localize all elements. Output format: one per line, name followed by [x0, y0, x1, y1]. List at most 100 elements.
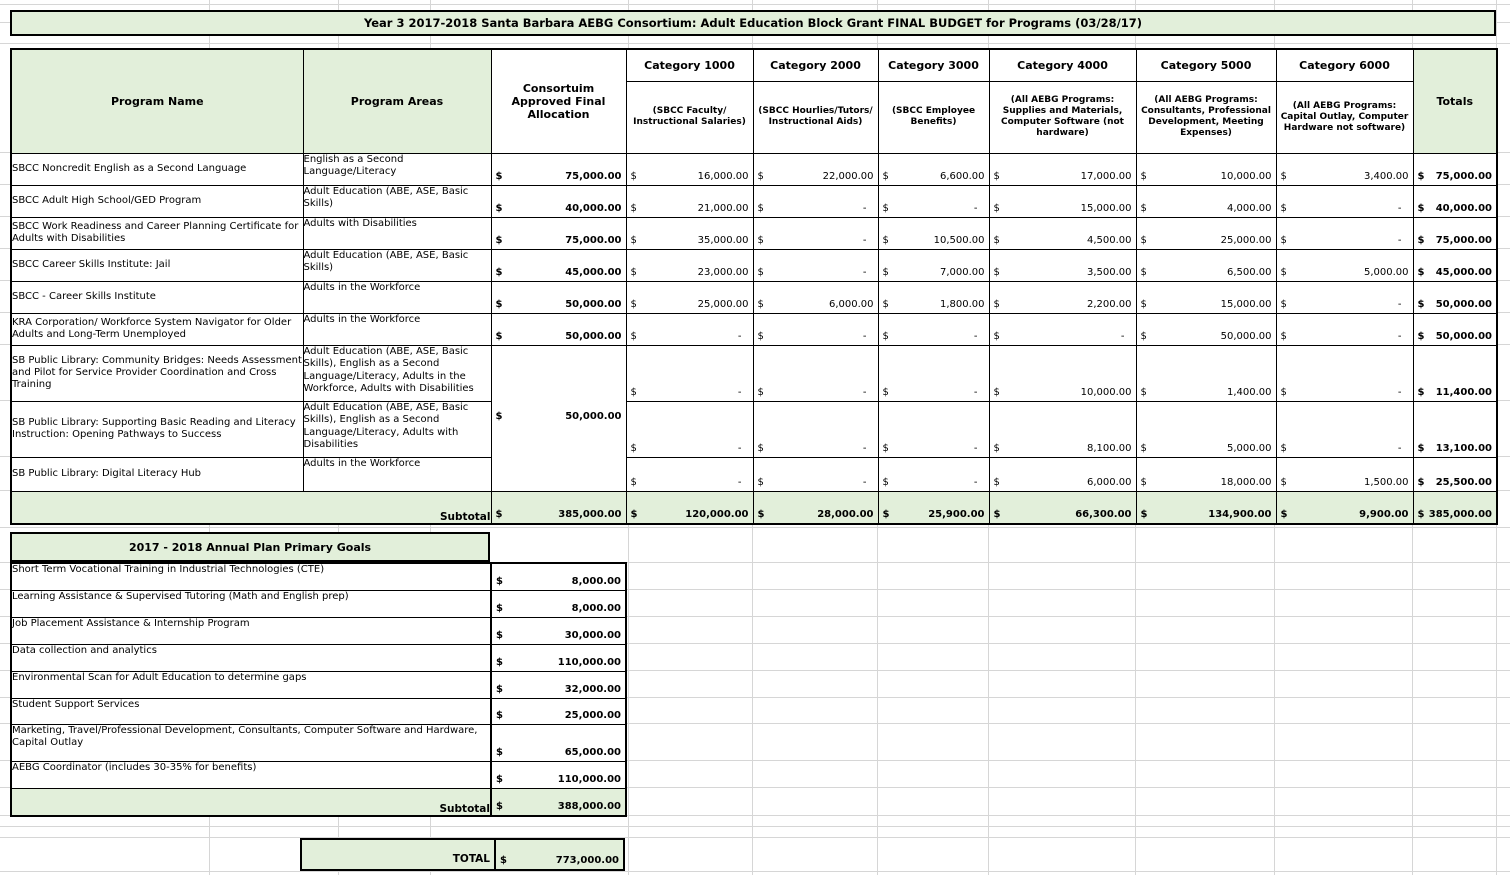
cell-category-amount[interactable]: $15,000.00 [1136, 281, 1276, 313]
cell-row-total[interactable]: $40,000.00 [1413, 185, 1497, 217]
grand-total-amount-cell[interactable]: $773,000.00 [494, 840, 623, 869]
cell-row-total[interactable]: $45,000.00 [1413, 249, 1497, 281]
cell-category-amount[interactable]: $- [878, 185, 989, 217]
cell-category-amount[interactable]: $15,000.00 [989, 185, 1136, 217]
header-category-3000[interactable]: Category 3000 [878, 49, 989, 81]
cell-program-name[interactable]: SBCC - Career Skills Institute [11, 281, 303, 313]
header-category-5000-desc[interactable]: (All AEBG Programs: Consultants, Profess… [1136, 81, 1276, 153]
cell-row-total[interactable]: $75,000.00 [1413, 217, 1497, 249]
cell-row-total[interactable]: $25,500.00 [1413, 457, 1497, 491]
cell-goal-label[interactable]: Data collection and analytics [11, 644, 491, 671]
cell-category-amount[interactable]: $35,000.00 [626, 217, 753, 249]
cell-allocation[interactable]: $75,000.00 [491, 217, 626, 249]
header-program-areas[interactable]: Program Areas [303, 49, 491, 153]
cell-goal-amount[interactable]: $8,000.00 [491, 590, 626, 617]
cell-program-areas[interactable]: English as a Second Language/Literacy [303, 153, 491, 185]
cell-program-areas[interactable]: Adults in the Workforce [303, 313, 491, 345]
cell-allocation[interactable]: $40,000.00 [491, 185, 626, 217]
cell-allocation[interactable]: $45,000.00 [491, 249, 626, 281]
cell-program-areas[interactable]: Adult Education (ABE, ASE, Basic Skills)… [303, 401, 491, 457]
cell-program-name[interactable]: KRA Corporation/ Workforce System Naviga… [11, 313, 303, 345]
header-category-6000[interactable]: Category 6000 [1276, 49, 1413, 81]
cell-goal-amount[interactable]: $30,000.00 [491, 617, 626, 644]
cell-category-amount[interactable]: $2,200.00 [989, 281, 1136, 313]
cell-allocation[interactable]: $50,000.00 [491, 281, 626, 313]
cell-category-amount[interactable]: $- [753, 401, 878, 457]
cell-category-amount[interactable]: $5,000.00 [1276, 249, 1413, 281]
cell-goal-amount[interactable]: $110,000.00 [491, 644, 626, 671]
subtotal-allocation-cell[interactable]: $385,000.00 [491, 491, 626, 524]
cell-goal-label[interactable]: Job Placement Assistance & Internship Pr… [11, 617, 491, 644]
cell-category-amount[interactable]: $6,000.00 [753, 281, 878, 313]
cell-category-amount[interactable]: $- [626, 457, 753, 491]
cell-category-amount[interactable]: $16,000.00 [626, 153, 753, 185]
cell-category-amount[interactable]: $50,000.00 [1136, 313, 1276, 345]
cell-category-amount[interactable]: $7,000.00 [878, 249, 989, 281]
header-category-6000-desc[interactable]: (All AEBG Programs: Capital Outlay, Comp… [1276, 81, 1413, 153]
goals-subtotal-label-cell[interactable]: Subtotal [11, 788, 491, 816]
goals-subtotal-amount-cell[interactable]: $388,000.00 [491, 788, 626, 816]
cell-category-amount[interactable]: $- [753, 249, 878, 281]
goals-header-cell[interactable]: 2017 - 2018 Annual Plan Primary Goals [10, 532, 490, 562]
cell-category-amount[interactable]: $- [878, 345, 989, 401]
cell-allocation[interactable]: $75,000.00 [491, 153, 626, 185]
cell-goal-amount[interactable]: $110,000.00 [491, 761, 626, 788]
cell-goal-label[interactable]: AEBG Coordinator (includes 30-35% for be… [11, 761, 491, 788]
cell-category-amount[interactable]: $23,000.00 [626, 249, 753, 281]
cell-goal-amount[interactable]: $8,000.00 [491, 563, 626, 590]
cell-goal-label[interactable]: Student Support Services [11, 698, 491, 724]
cell-category-amount[interactable]: $6,600.00 [878, 153, 989, 185]
cell-category-amount[interactable]: $10,000.00 [1136, 153, 1276, 185]
cell-category-amount[interactable]: $- [878, 457, 989, 491]
cell-row-total[interactable]: $50,000.00 [1413, 313, 1497, 345]
header-category-5000[interactable]: Category 5000 [1136, 49, 1276, 81]
cell-category-amount[interactable]: $- [626, 345, 753, 401]
header-allocation[interactable]: Consortuim Approved Final Allocation [491, 49, 626, 153]
header-category-2000[interactable]: Category 2000 [753, 49, 878, 81]
cell-category-amount[interactable]: $3,500.00 [989, 249, 1136, 281]
cell-category-amount[interactable]: $6,500.00 [1136, 249, 1276, 281]
cell-category-amount[interactable]: $4,000.00 [1136, 185, 1276, 217]
cell-category-amount[interactable]: $- [1276, 401, 1413, 457]
cell-category-amount[interactable]: $17,000.00 [989, 153, 1136, 185]
cell-goal-amount[interactable]: $32,000.00 [491, 671, 626, 698]
subtotal-label-cell[interactable]: Subtotal [11, 491, 491, 524]
cell-category-amount[interactable]: $1,400.00 [1136, 345, 1276, 401]
cell-program-name[interactable]: SBCC Noncredit English as a Second Langu… [11, 153, 303, 185]
cell-program-areas[interactable]: Adults in the Workforce [303, 457, 491, 491]
cell-category-amount[interactable]: $22,000.00 [753, 153, 878, 185]
cell-allocation[interactable]: $50,000.00 [491, 345, 626, 491]
cell-category-amount[interactable]: $- [1276, 185, 1413, 217]
cell-row-total[interactable]: $13,100.00 [1413, 401, 1497, 457]
cell-category-amount[interactable]: $- [753, 457, 878, 491]
cell-category-amount[interactable]: $3,400.00 [1276, 153, 1413, 185]
header-program-name[interactable]: Program Name [11, 49, 303, 153]
cell-category-amount[interactable]: $8,100.00 [989, 401, 1136, 457]
cell-goal-amount[interactable]: $25,000.00 [491, 698, 626, 724]
subtotal-category-cell[interactable]: $28,000.00 [753, 491, 878, 524]
subtotal-category-cell[interactable]: $134,900.00 [1136, 491, 1276, 524]
cell-category-amount[interactable]: $- [753, 185, 878, 217]
grand-total-label-cell[interactable]: TOTAL [302, 840, 494, 869]
subtotal-category-cell[interactable]: $66,300.00 [989, 491, 1136, 524]
cell-program-areas[interactable]: Adult Education (ABE, ASE, Basic Skills) [303, 249, 491, 281]
cell-allocation[interactable]: $50,000.00 [491, 313, 626, 345]
cell-goal-label[interactable]: Learning Assistance & Supervised Tutorin… [11, 590, 491, 617]
header-category-3000-desc[interactable]: (SBCC Employee Benefits) [878, 81, 989, 153]
cell-category-amount[interactable]: $10,000.00 [989, 345, 1136, 401]
cell-category-amount[interactable]: $- [878, 313, 989, 345]
cell-goal-label[interactable]: Short Term Vocational Training in Indust… [11, 563, 491, 590]
cell-row-total[interactable]: $75,000.00 [1413, 153, 1497, 185]
cell-category-amount[interactable]: $- [989, 313, 1136, 345]
cell-category-amount[interactable]: $25,000.00 [626, 281, 753, 313]
cell-category-amount[interactable]: $- [1276, 345, 1413, 401]
cell-program-areas[interactable]: Adults with Disabilities [303, 217, 491, 249]
cell-program-areas[interactable]: Adult Education (ABE, ASE, Basic Skills)… [303, 345, 491, 401]
cell-row-total[interactable]: $11,400.00 [1413, 345, 1497, 401]
header-totals[interactable]: Totals [1413, 49, 1497, 153]
cell-row-total[interactable]: $50,000.00 [1413, 281, 1497, 313]
header-category-4000-desc[interactable]: (All AEBG Programs: Supplies and Materia… [989, 81, 1136, 153]
cell-program-name[interactable]: SB Public Library: Community Bridges: Ne… [11, 345, 303, 401]
cell-category-amount[interactable]: $25,000.00 [1136, 217, 1276, 249]
header-category-1000[interactable]: Category 1000 [626, 49, 753, 81]
